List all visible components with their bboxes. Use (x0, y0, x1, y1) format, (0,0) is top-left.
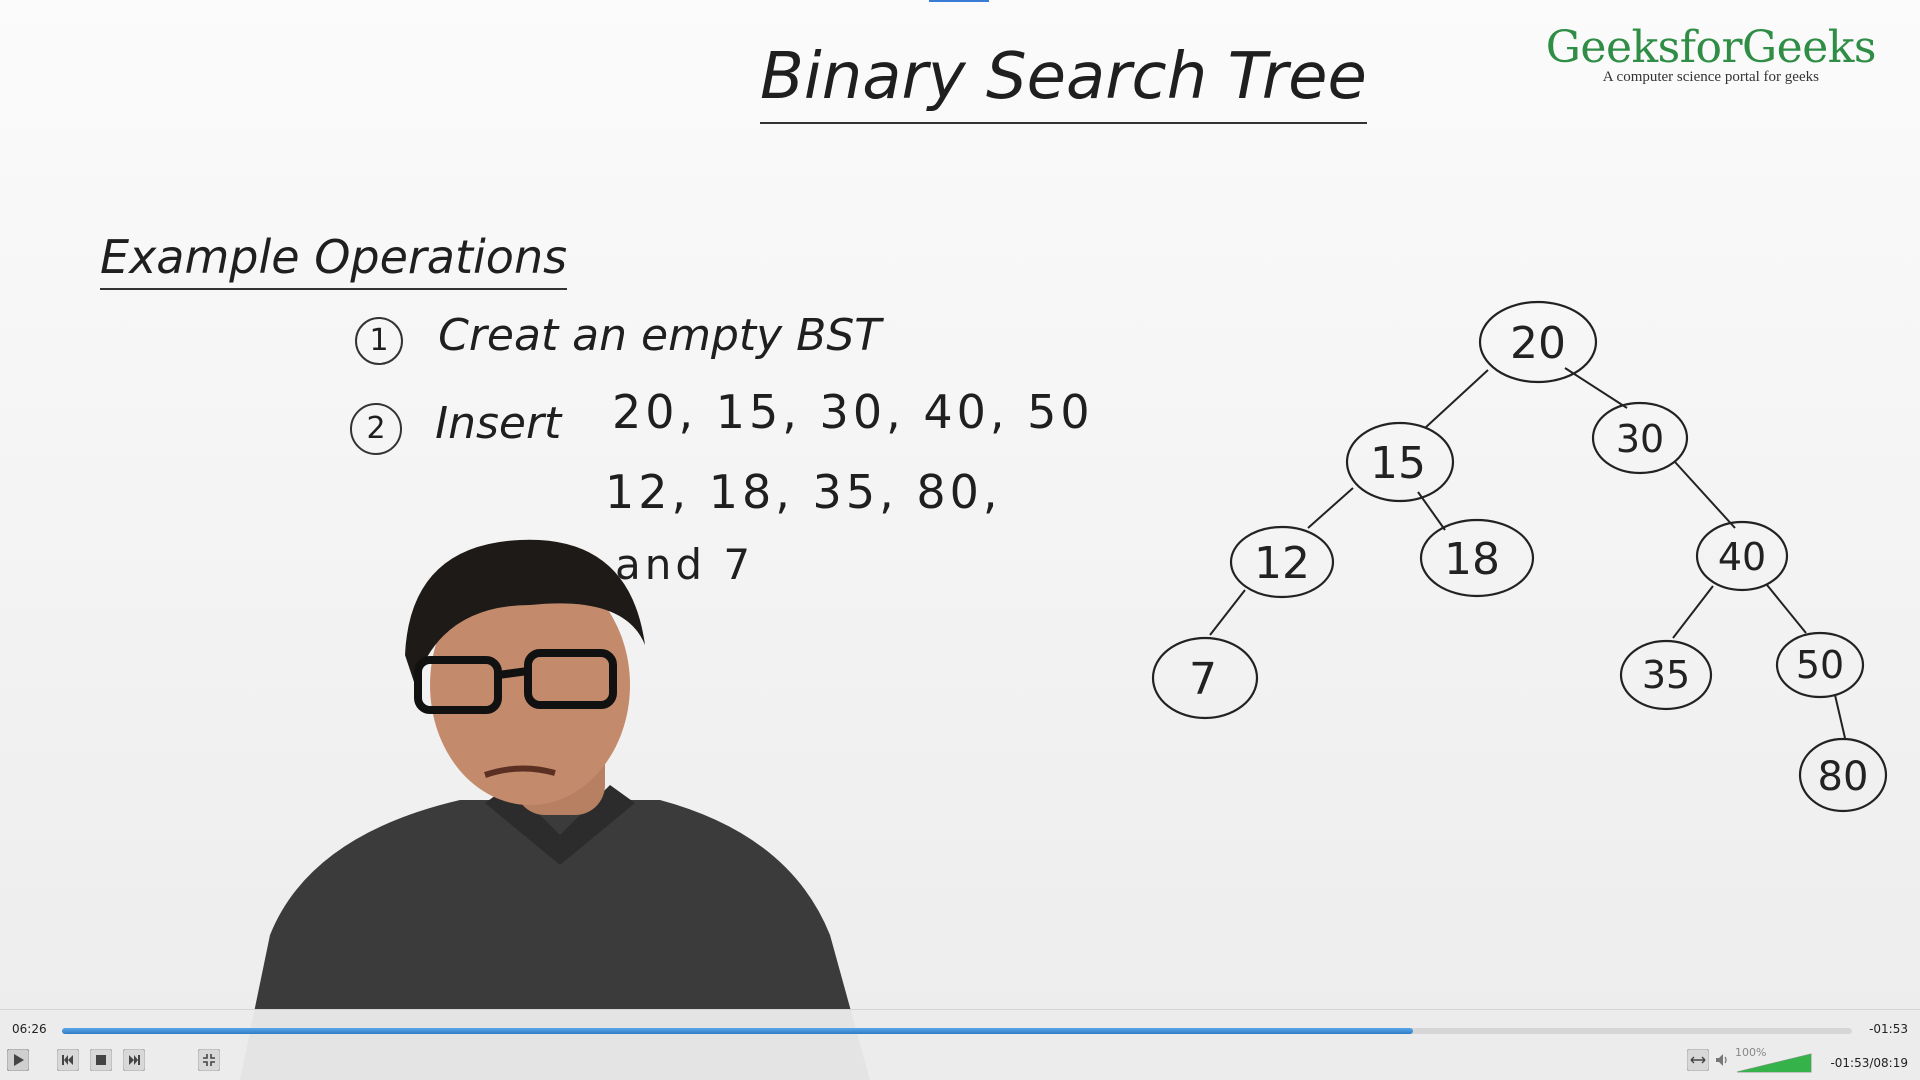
edge-50-80 (1834, 694, 1846, 739)
node-label-20: 20 (1510, 318, 1566, 369)
aspect-ratio-button[interactable] (1686, 1048, 1710, 1072)
step-2-text: Insert (435, 398, 562, 449)
step-2: 2 Insert (350, 398, 561, 455)
mute-button[interactable] (1714, 1048, 1730, 1072)
step-1: 1 Creat an empty BST (355, 310, 881, 365)
insert-values-line-1: 20, 15, 30, 40, 50 (612, 385, 1094, 439)
volume-percent: 100% (1735, 1046, 1767, 1059)
node-label-50: 50 (1796, 643, 1844, 687)
edge-15-12 (1307, 487, 1354, 529)
board-title: Binary Search Tree (760, 40, 1367, 124)
step-2-number: 2 (350, 403, 402, 455)
top-progress-marker (929, 0, 989, 2)
node-label-18: 18 (1444, 534, 1500, 585)
time-readout: -01:53/08:19 (1830, 1056, 1908, 1070)
volume-slider[interactable]: 100% (1735, 1046, 1813, 1074)
stop-icon (90, 1049, 112, 1071)
edge-40-50 (1766, 584, 1807, 634)
node-label-80: 80 (1818, 754, 1869, 800)
stop-button[interactable] (89, 1048, 113, 1072)
play-button[interactable] (6, 1048, 30, 1072)
skip-back-icon (57, 1049, 79, 1071)
edge-12-7 (1209, 589, 1246, 636)
node-label-15: 15 (1370, 438, 1426, 489)
node-label-7: 7 (1189, 654, 1217, 705)
player-controls: 06:26 -01:53 100% -01:53/08:19 (0, 1009, 1920, 1080)
fullscreen-button[interactable] (197, 1048, 221, 1072)
play-icon (7, 1049, 29, 1071)
edge-40-35 (1672, 585, 1714, 639)
node-label-12: 12 (1254, 538, 1310, 589)
node-label-30: 30 (1616, 417, 1664, 461)
exit-fullscreen-icon (198, 1049, 220, 1071)
seek-bar[interactable] (62, 1028, 1852, 1034)
next-button[interactable] (122, 1048, 146, 1072)
section-heading: Example Operations (100, 230, 568, 290)
node-label-35: 35 (1642, 653, 1690, 697)
step-1-text: Creat an empty BST (438, 310, 882, 361)
node-label-40: 40 (1718, 535, 1766, 579)
brand-name: GeeksforGeeks (1545, 22, 1877, 73)
insert-values-line-2: 12, 18, 35, 80, (605, 465, 1002, 519)
skip-forward-icon (123, 1049, 145, 1071)
edge-30-40 (1674, 461, 1736, 529)
step-1-number: 1 (355, 317, 403, 365)
bst-diagram: 20 15 30 12 18 40 7 35 50 80 (1151, 300, 1888, 813)
previous-button[interactable] (56, 1048, 80, 1072)
edge-20-15 (1424, 369, 1489, 429)
remaining-time: -01:53 (1869, 1022, 1908, 1036)
elapsed-time: 06:26 (12, 1022, 47, 1036)
seek-bar-progress (62, 1028, 1414, 1034)
speaker-icon (1716, 1054, 1727, 1066)
presenter-figure (240, 539, 870, 1080)
aspect-ratio-icon (1687, 1049, 1709, 1071)
brand-logo: GeeksforGeeks A computer science portal … (1545, 22, 1877, 86)
